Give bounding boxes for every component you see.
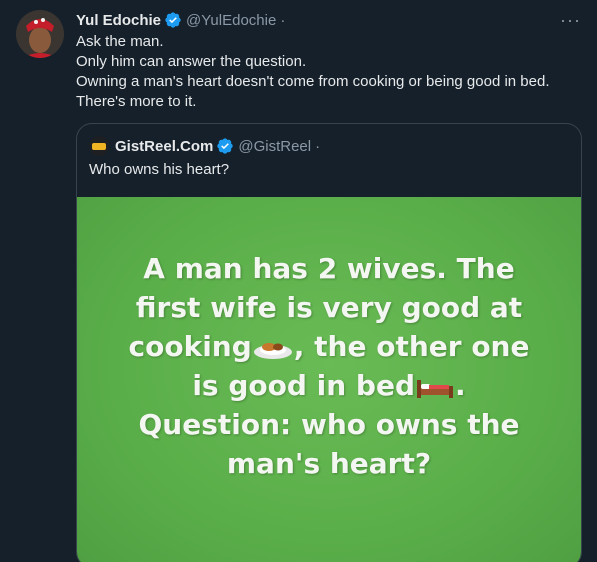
image-text-line: is good in bed .	[129, 366, 530, 405]
image-text-line: man's heart?	[226, 447, 432, 480]
verified-badge-icon	[165, 12, 181, 28]
image-text-segment: cooking	[128, 330, 252, 363]
separator-dot: ·	[280, 11, 286, 29]
quoted-tweet[interactable]: GistReel.Com @GistReel · Who owns his he…	[76, 123, 582, 562]
image-text-line: cooking , the other one	[129, 327, 530, 366]
bed-emoji	[417, 380, 454, 398]
quoted-avatar	[89, 136, 109, 156]
tweet-text: Ask the man. Only him can answer the que…	[76, 32, 581, 112]
tweet-header: Yul Edochie @YulEdochie · ···	[76, 10, 581, 30]
avatar[interactable]	[16, 10, 64, 58]
image-text: A man has 2 wives. The first wife is ver…	[129, 249, 530, 483]
image-text-segment: , the other one	[293, 330, 530, 363]
tweet-text-line: Only him can answer the question.	[76, 53, 307, 70]
quoted-handle: @GistReel	[238, 137, 312, 155]
image-text-line: first wife is very good at	[135, 291, 523, 324]
tweet: Yul Edochie @YulEdochie · ··· Ask the ma…	[0, 0, 597, 562]
image-text-segment: .	[455, 369, 466, 402]
tweet-text-line: Owning a man's heart doesn't come from c…	[76, 73, 550, 90]
image-text-line: A man has 2 wives. The	[143, 252, 515, 285]
image-text-segment: is good in bed	[192, 369, 416, 402]
handle[interactable]: @YulEdochie	[186, 12, 276, 29]
image-text-line: Question: who owns the	[138, 408, 520, 441]
separator-dot: ·	[315, 137, 321, 155]
food-plate-emoji	[253, 343, 292, 359]
verified-badge-icon	[217, 138, 234, 154]
tweet-text-line: Ask the man.	[76, 33, 164, 50]
quoted-display-name: GistReel.Com	[115, 137, 214, 155]
quoted-image[interactable]: A man has 2 wives. The first wife is ver…	[77, 197, 581, 562]
more-icon[interactable]: ···	[560, 10, 581, 31]
tweet-text-line: There's more to it.	[76, 93, 197, 110]
quoted-tweet-text: Who owns his heart?	[89, 161, 230, 178]
quoted-tweet-header: GistReel.Com @GistReel ·	[77, 124, 581, 156]
tweet-body: Yul Edochie @YulEdochie · ··· Ask the ma…	[76, 10, 581, 112]
display-name[interactable]: Yul Edochie	[76, 12, 161, 29]
